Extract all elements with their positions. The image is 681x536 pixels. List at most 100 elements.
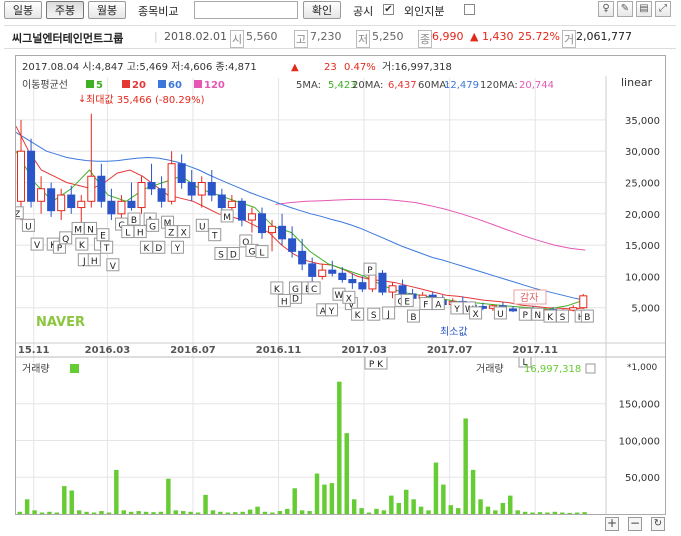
layout-icon[interactable]: ▤ <box>636 1 652 17</box>
signal-letter: N <box>87 225 94 235</box>
signal-letter: L <box>125 229 130 239</box>
fullscreen-icon[interactable]: ⤢ <box>655 1 671 17</box>
signal-letter: H <box>281 297 288 307</box>
open-price: 5,560 <box>246 30 278 43</box>
ma-value-label: 120MA: <box>480 80 518 91</box>
volume-bar <box>351 499 357 514</box>
volume-bar <box>54 512 60 514</box>
volume-tick-label: 100,000 <box>619 436 660 447</box>
volume-bar <box>181 511 186 514</box>
stock-chart[interactable]: ZUVKPQMNKJHITVECBHLAGMKDZXYUMTSDOGLKDHGE… <box>10 56 665 529</box>
signal-letter: P <box>57 244 63 254</box>
volume-bar <box>195 512 201 514</box>
foreign-ownership-label: 외인지분 <box>404 5 445 18</box>
candle-body <box>278 225 287 240</box>
volume-close-icon[interactable] <box>585 363 596 374</box>
close-price: 6,990 <box>432 30 464 43</box>
volume-bar <box>374 508 379 514</box>
volume-bar <box>322 484 327 514</box>
volume-bar <box>24 499 30 514</box>
low-badge: 저 <box>356 30 371 48</box>
signal-letter: E <box>404 297 410 307</box>
ma-value-label: 20MA: <box>352 80 383 91</box>
candle-body <box>358 282 367 290</box>
candle-body <box>338 272 347 281</box>
time-tick-label: 2017.03 <box>341 345 387 356</box>
candle-body <box>328 269 337 274</box>
volume-bar <box>292 488 297 514</box>
candle-body <box>298 250 307 265</box>
candle-body <box>57 194 66 212</box>
stock-name: 씨그널엔터테인먼트그룹 <box>12 32 124 45</box>
volume-bar <box>493 510 498 514</box>
candle-body <box>107 200 116 215</box>
volume-bar <box>411 499 416 514</box>
price-tick-label: 35,000 <box>625 116 660 127</box>
price-tick-label: 25,000 <box>625 179 660 190</box>
zoom-out-icon[interactable]: − <box>628 517 642 531</box>
candle-body <box>77 200 86 209</box>
signal-letter: B <box>584 313 590 323</box>
refresh-icon[interactable]: ↻ <box>651 517 665 531</box>
draw-icon[interactable]: ✎ <box>617 1 633 17</box>
stock-info-bar: 씨그널엔터테인먼트그룹 | 2018.02.01 시 5,560 고 7,230… <box>4 25 676 49</box>
zoom-in-icon[interactable]: + <box>605 517 619 531</box>
volume-bar <box>381 510 387 514</box>
time-tick-label: 2017.07 <box>427 345 473 356</box>
signal-letter: N <box>534 311 541 321</box>
toolbar: 일봉 주봉 월봉 종목비교 확인 공시 ✔ 외인지분 ♀ ✎ ▤ ⤢ <box>0 0 681 22</box>
disclosure-label: 공시 <box>353 5 374 18</box>
ma-value: 12,479 <box>444 80 479 91</box>
signal-letter: D <box>230 250 237 260</box>
ma-legend-swatch <box>86 80 94 88</box>
ma-legend-period: 5 <box>96 80 103 91</box>
signal-letter: Y <box>453 305 460 315</box>
volume-bar <box>314 473 320 514</box>
volume-bar <box>233 512 238 514</box>
signal-letter: V <box>110 262 117 272</box>
signal-letter: D <box>292 294 299 304</box>
volume-bar <box>240 511 245 514</box>
volume-bar <box>522 511 528 514</box>
volume-bar <box>136 511 141 514</box>
compare-input[interactable] <box>194 1 298 19</box>
candle-body <box>197 182 206 196</box>
low-price: 5,250 <box>372 30 404 43</box>
reduction-annotation: 감자 <box>520 292 538 304</box>
signal-letter: Z <box>16 210 20 220</box>
volume-bar <box>47 511 52 514</box>
volume-bar <box>69 490 74 514</box>
candle-body <box>348 279 357 284</box>
candle-body <box>177 163 186 184</box>
price-tick-label: 10,000 <box>625 272 660 283</box>
signal-letter: X <box>181 229 187 239</box>
volume-bar <box>545 512 550 514</box>
signal-letter: U <box>25 222 32 232</box>
signal-letter: S <box>560 313 566 323</box>
signal-letter: T <box>103 244 110 254</box>
disclosure-checkbox[interactable]: ✔ <box>383 4 394 15</box>
chart-panel: ZUVKPQMNKJHITVECBHLAGMKDZXYUMTSDOGLKDHGE… <box>10 55 666 529</box>
open-badge: 시 <box>230 30 245 48</box>
tab-monthly[interactable]: 월봉 <box>88 1 126 19</box>
volume-bar <box>441 484 446 514</box>
signal-letter: B <box>131 216 137 226</box>
foreign-ownership-checkbox[interactable] <box>464 4 475 15</box>
confirm-button[interactable]: 확인 <box>303 1 341 19</box>
chart-header-ohlc: 2017.08.04 시:4,847 고:5,469 저:4,606 종:4,8… <box>22 61 257 73</box>
volume-bar <box>433 462 439 514</box>
tab-daily[interactable]: 일봉 <box>4 1 42 19</box>
lamp-icon[interactable]: ♀ <box>598 1 614 17</box>
candle-body <box>508 308 518 312</box>
signal-letter: S <box>371 311 377 321</box>
volume-bar <box>218 511 223 514</box>
volume-bar <box>582 512 587 514</box>
candle-body <box>247 213 256 221</box>
tab-weekly[interactable]: 주봉 <box>46 1 84 19</box>
volume-bar <box>114 469 119 514</box>
compare-label: 종목비교 <box>138 5 179 18</box>
signal-letter: E <box>100 232 106 242</box>
volume-bar <box>552 511 558 514</box>
volume-bar <box>62 486 67 514</box>
volume-signal-letter: P K <box>369 360 384 370</box>
